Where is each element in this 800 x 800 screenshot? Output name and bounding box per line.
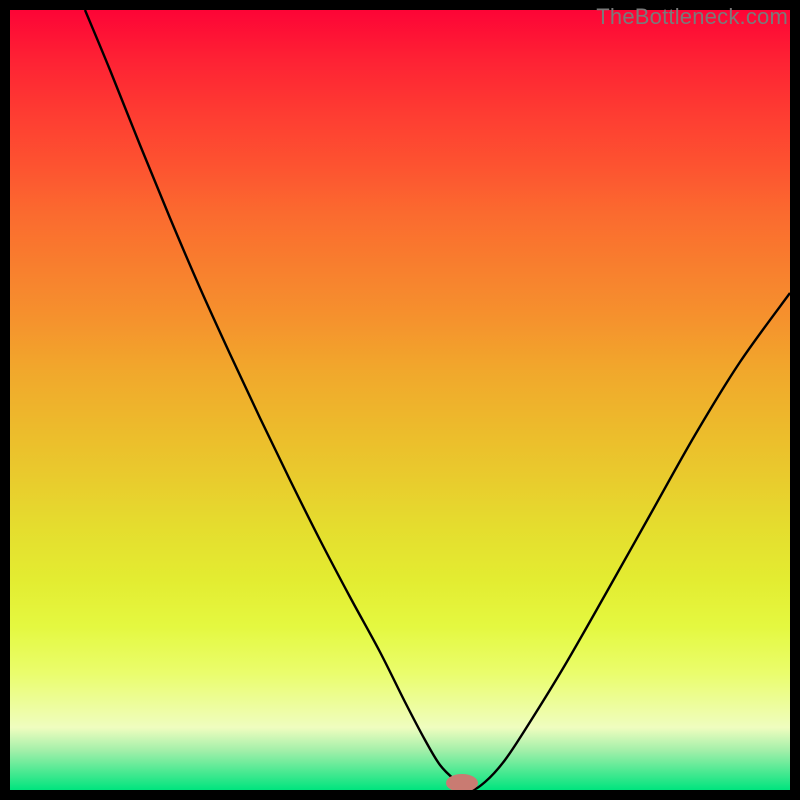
chart-plot-area bbox=[10, 10, 790, 790]
chart-svg bbox=[10, 10, 790, 790]
chart-frame: TheBottleneck.com bbox=[0, 0, 800, 800]
watermark-text: TheBottleneck.com bbox=[596, 4, 788, 30]
bottleneck-curve bbox=[85, 10, 790, 790]
